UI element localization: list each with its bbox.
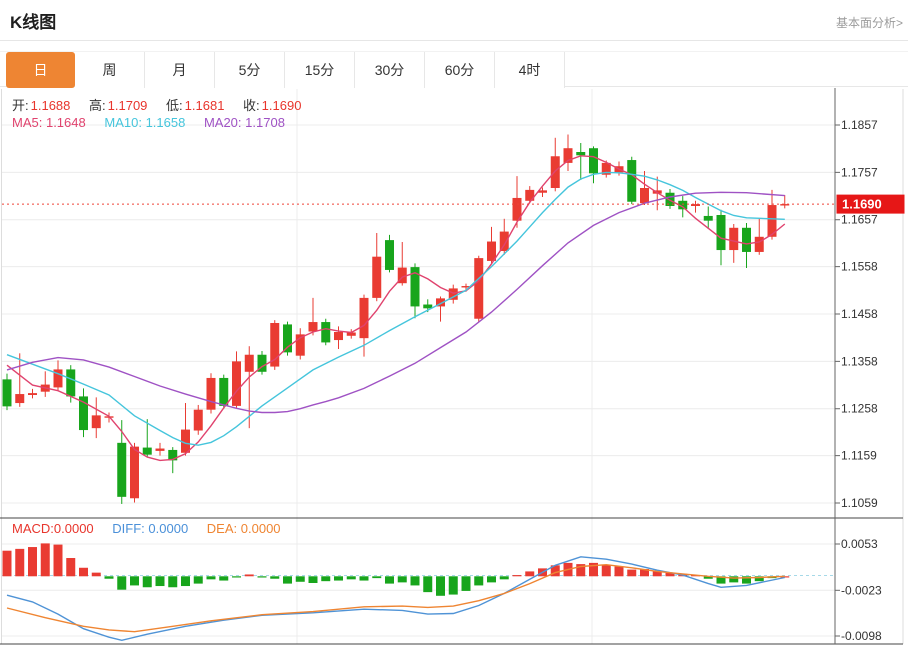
axis-tick-label: 0.0053: [841, 537, 878, 551]
tab-60分[interactable]: 60分: [425, 52, 495, 88]
low-value: 1.1681: [185, 98, 225, 113]
tab-日[interactable]: 日: [6, 52, 75, 88]
last-price-text: 1.1690: [842, 197, 882, 212]
macd-value-readout: MACD:0.0000: [12, 521, 94, 536]
tab-15分[interactable]: 15分: [285, 52, 355, 88]
ohlc-readout: 开:1.1688 高:1.1709 低:1.1681 收:1.1690: [12, 95, 316, 114]
high-readout: 高:1.1709: [89, 98, 147, 113]
ma20-value: 1.1708: [245, 115, 285, 130]
high-label: 高:: [89, 98, 106, 113]
close-value: 1.1690: [262, 98, 302, 113]
ma10-label: MA10:: [104, 115, 142, 130]
axis-tick-label: 1.1657: [841, 213, 878, 227]
close-label: 收:: [243, 98, 260, 113]
tab-5分[interactable]: 5分: [215, 52, 285, 88]
ma10-value: 1.1658: [146, 115, 186, 130]
ma-readout: MA5: 1.1648 MA10: 1.1658 MA20: 1.1708: [12, 115, 300, 130]
gridlines: [2, 89, 904, 644]
dea-label: DEA:: [207, 521, 237, 536]
close-readout: 收:1.1690: [243, 98, 301, 113]
ma20-readout: MA20: 1.1708: [204, 115, 285, 130]
tab-30分[interactable]: 30分: [355, 52, 425, 88]
tab-4时[interactable]: 4时: [495, 52, 565, 88]
candlestick-series: [3, 134, 790, 503]
fundamental-analysis-link[interactable]: 基本面分析>: [836, 14, 903, 31]
kline-chart-canvas[interactable]: 1.1690 1.1857 1.1757 1.1657 1.1558 1.1458 1.13…: [0, 88, 908, 651]
ma10-readout: MA10: 1.1658: [104, 115, 185, 130]
macd-value: 0.0000: [54, 521, 94, 536]
ma5-readout: MA5: 1.1648: [12, 115, 86, 130]
page-title: K线图: [10, 8, 56, 33]
dea-value: 0.0000: [241, 521, 281, 536]
axis-tick-label: 1.1458: [841, 307, 878, 321]
macd-histogram: [3, 543, 790, 595]
low-readout: 低:1.1681: [166, 98, 224, 113]
axis-tick-label: 1.1558: [841, 260, 878, 274]
widget-header: K线图 基本面分析>: [0, 0, 908, 41]
axis-tick-label: -0.0023: [841, 583, 882, 597]
diff-label: DIFF:: [112, 521, 145, 536]
ma20-line: [7, 192, 785, 412]
axes: [0, 88, 903, 644]
ma5-label: MA5:: [12, 115, 42, 130]
ma10-line: [7, 172, 785, 445]
low-label: 低:: [166, 98, 183, 113]
axis-tick-label: 1.1258: [841, 402, 878, 416]
axis-tick-label: 1.1857: [841, 118, 878, 132]
chart-area: 1.1690 1.1857 1.1757 1.1657 1.1558 1.1458 1.13…: [0, 88, 908, 651]
macd-label: MACD:: [12, 521, 54, 536]
dea-value-readout: DEA: 0.0000: [207, 521, 281, 536]
open-value: 1.1688: [31, 98, 71, 113]
axis-tick-label: 1.1059: [841, 496, 878, 510]
kline-page: { "header": { "title": "K线图", "link": "基…: [0, 0, 908, 651]
axis-tick-label: 1.1159: [841, 449, 877, 463]
ma5-value: 1.1648: [46, 115, 86, 130]
axis-tick-label: 1.1757: [841, 165, 878, 179]
tab-月[interactable]: 月: [145, 52, 215, 88]
diff-value: 0.0000: [148, 521, 188, 536]
diff-value-readout: DIFF: 0.0000: [112, 521, 188, 536]
macd-readout: MACD:0.0000 DIFF: 0.0000 DEA: 0.0000: [12, 521, 296, 536]
interval-tab-bar: 日周月5分15分30分60分4时: [0, 51, 908, 87]
diff-line: [7, 557, 785, 641]
tab-周[interactable]: 周: [75, 52, 145, 88]
axis-tick-label: -0.0098: [841, 629, 882, 643]
open-label: 开:: [12, 98, 29, 113]
ma20-label: MA20:: [204, 115, 242, 130]
open-readout: 开:1.1688: [12, 98, 70, 113]
axis-tick-label: 1.1358: [841, 354, 878, 368]
high-value: 1.1709: [108, 98, 148, 113]
